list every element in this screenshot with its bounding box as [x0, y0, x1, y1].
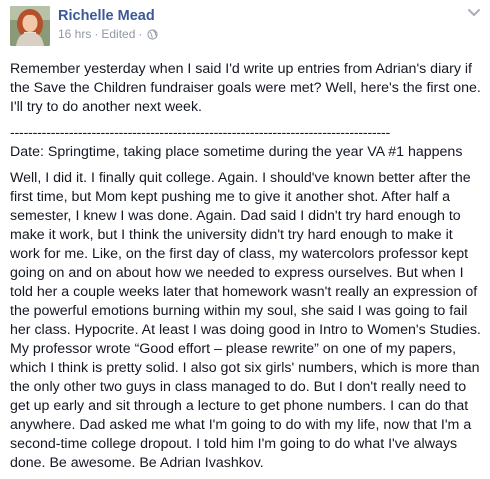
- intro-line: the Save the Children fundraiser goals w…: [10, 80, 481, 96]
- story-line: first time, but Mom kept pushing me to g…: [10, 189, 451, 205]
- story-line: Well, I did it. I finally quit college. …: [10, 170, 471, 186]
- intro-paragraph: Remember yesterday when I said I'd write…: [10, 60, 484, 117]
- story-line: which I think is pretty solid. I also go…: [10, 360, 480, 376]
- story-line: her class. Hypocrite. At least I was doi…: [10, 322, 481, 338]
- post-meta: Richelle Mead 16 hrs · Edited ·: [58, 7, 158, 42]
- story-line: make it work, but I think the university…: [10, 227, 453, 243]
- story-line: second-time college dropout. I told him …: [10, 436, 458, 452]
- intro-line: I'll try to do another next week.: [10, 99, 202, 115]
- author-avatar[interactable]: [10, 6, 50, 46]
- date-paragraph: Date: Springtime, taking place sometime …: [10, 143, 484, 162]
- separator-dot-2: ·: [138, 27, 143, 41]
- story-line: done. Be awesome. Be Adrian Ivashkov.: [10, 455, 264, 471]
- avatar-image: [10, 6, 50, 46]
- story-line: going on and on about how we needed to e…: [10, 265, 464, 281]
- post-body: Remember yesterday when I said I'd write…: [10, 60, 484, 473]
- story-line: told her a couple weeks later that homew…: [10, 284, 478, 300]
- chevron-down-icon[interactable]: [467, 8, 481, 18]
- story-line: My professor wrote “Good effort – please…: [10, 341, 457, 357]
- story-paragraph: Well, I did it. I finally quit college. …: [10, 169, 484, 473]
- story-line: the only other two guys in class managed…: [10, 379, 467, 395]
- author-name[interactable]: Richelle Mead: [58, 7, 158, 25]
- story-line: semester, I knew I was done. Again. Dad …: [10, 208, 461, 224]
- date-line: Date: Springtime, taking place sometime …: [10, 144, 463, 160]
- divider-text: ----------------------------------------…: [10, 125, 391, 141]
- story-line: get up early and sit through a lecture t…: [10, 398, 469, 414]
- story-line: work for me. Like, on the first day of c…: [10, 246, 469, 262]
- post-timestamp[interactable]: 16 hrs: [58, 26, 91, 42]
- post-subline: 16 hrs · Edited ·: [58, 26, 158, 42]
- globe-icon[interactable]: [147, 28, 158, 40]
- separator-dot: ·: [94, 27, 99, 41]
- story-line: the powerful emotions burning within my …: [10, 303, 468, 319]
- story-line: anywhere. Dad asked me what I'm going to…: [10, 417, 472, 433]
- facebook-post: Richelle Mead 16 hrs · Edited · Remember…: [0, 0, 490, 479]
- divider-line: ----------------------------------------…: [10, 124, 484, 143]
- intro-line: Remember yesterday when I said I'd write…: [10, 61, 472, 77]
- post-header: Richelle Mead 16 hrs · Edited ·: [10, 6, 158, 46]
- edited-label[interactable]: Edited: [101, 26, 135, 42]
